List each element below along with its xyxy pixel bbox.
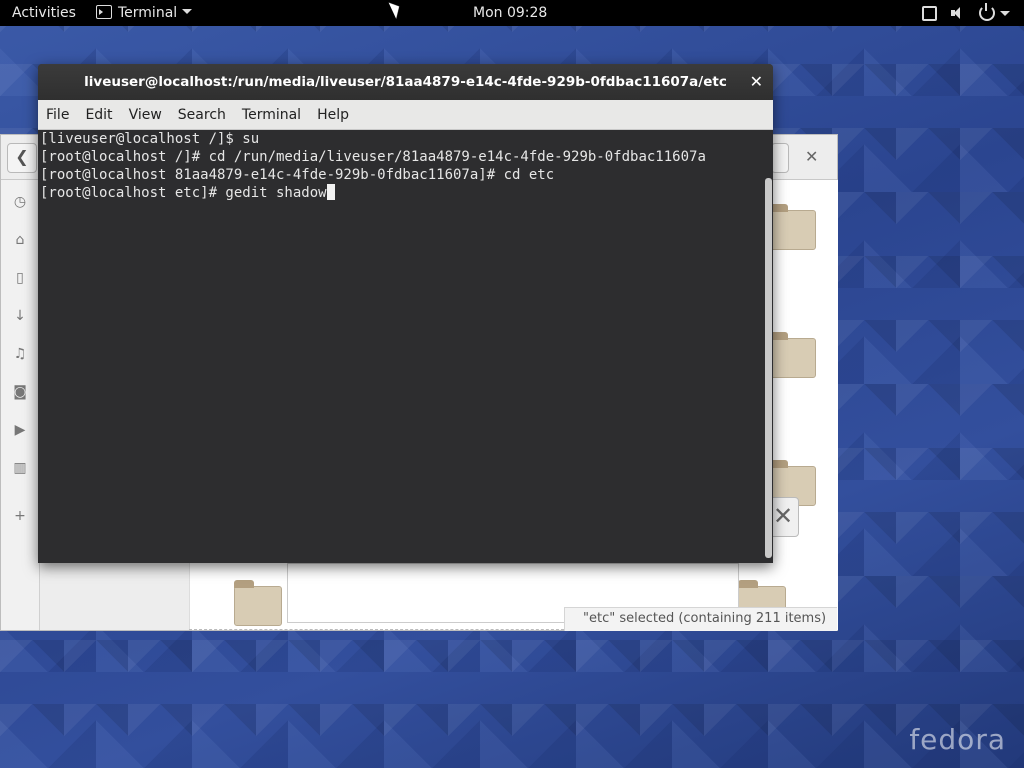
close-icon[interactable]: ✕ xyxy=(805,147,818,166)
menu-terminal[interactable]: Terminal xyxy=(242,107,301,123)
status-bar: "etc" selected (containing 211 items) xyxy=(564,607,837,631)
download-icon[interactable]: ↓ xyxy=(12,308,28,324)
home-icon[interactable]: ⌂ xyxy=(12,232,28,248)
music-icon[interactable]: ♫ xyxy=(12,346,28,362)
volume-icon[interactable] xyxy=(951,6,965,20)
menu-file[interactable]: File xyxy=(46,107,69,123)
menu-search[interactable]: Search xyxy=(178,107,226,123)
scrollbar[interactable] xyxy=(765,178,772,558)
menu-help[interactable]: Help xyxy=(317,107,349,123)
terminal-line: [liveuser@localhost /]$ su xyxy=(40,131,260,147)
folder-icon[interactable] xyxy=(234,580,282,626)
camera-icon[interactable]: ◙ xyxy=(12,384,28,400)
menu-bar: File Edit View Search Terminal Help xyxy=(38,100,773,130)
menu-edit[interactable]: Edit xyxy=(85,107,112,123)
clock-icon[interactable]: ◷ xyxy=(12,194,28,210)
menu-view[interactable]: View xyxy=(129,107,162,123)
chevron-down-icon xyxy=(182,9,193,14)
window-icon[interactable] xyxy=(922,5,937,21)
terminal-line: [root@localhost 81aa4879-e14c-4fde-929b-… xyxy=(40,167,555,183)
trash-icon[interactable]: ▥ xyxy=(12,460,28,476)
terminal-icon xyxy=(96,5,112,19)
app-menu-button[interactable]: Terminal xyxy=(96,4,193,22)
app-menu-label: Terminal xyxy=(118,5,178,21)
close-icon[interactable]: ✕ xyxy=(750,64,763,100)
back-button[interactable]: ❮ xyxy=(7,143,37,173)
clock[interactable]: Mon 09:28 xyxy=(473,4,547,22)
chevron-down-icon xyxy=(1000,10,1010,16)
system-tray[interactable] xyxy=(922,3,1010,22)
terminal-line: [root@localhost etc]# gedit shadow xyxy=(40,185,327,201)
folder-icon[interactable] xyxy=(768,332,816,378)
power-menu[interactable] xyxy=(979,3,1010,21)
fedora-logo: fedora xyxy=(909,723,1006,756)
sidebar: ◷ ⌂ ▯ ↓ ♫ ◙ ▶ ▥ + xyxy=(1,180,40,630)
terminal-output[interactable]: [liveuser@localhost /]$ su [root@localhos… xyxy=(38,130,764,563)
folder-icon[interactable] xyxy=(768,204,816,250)
top-bar: Activities Terminal Mon 09:28 xyxy=(0,0,1024,26)
video-icon[interactable]: ▶ xyxy=(12,422,28,438)
power-icon xyxy=(979,3,995,21)
window-titlebar[interactable]: liveuser@localhost:/run/media/liveuser/8… xyxy=(38,64,773,100)
divider xyxy=(189,629,569,630)
terminal-window[interactable]: liveuser@localhost:/run/media/liveuser/8… xyxy=(38,64,773,563)
activities-button[interactable]: Activities xyxy=(12,4,76,22)
toolbar-button[interactable] xyxy=(771,143,789,173)
terminal-prompt-line: [root@localhost etc]# gedit shadow xyxy=(40,184,764,202)
plus-icon[interactable]: + xyxy=(12,508,28,524)
terminal-line: [root@localhost /]# cd /run/media/liveus… xyxy=(40,149,706,165)
document-icon[interactable]: ▯ xyxy=(12,270,28,286)
window-title: liveuser@localhost:/run/media/liveuser/8… xyxy=(84,74,727,90)
text-cursor xyxy=(326,184,335,200)
